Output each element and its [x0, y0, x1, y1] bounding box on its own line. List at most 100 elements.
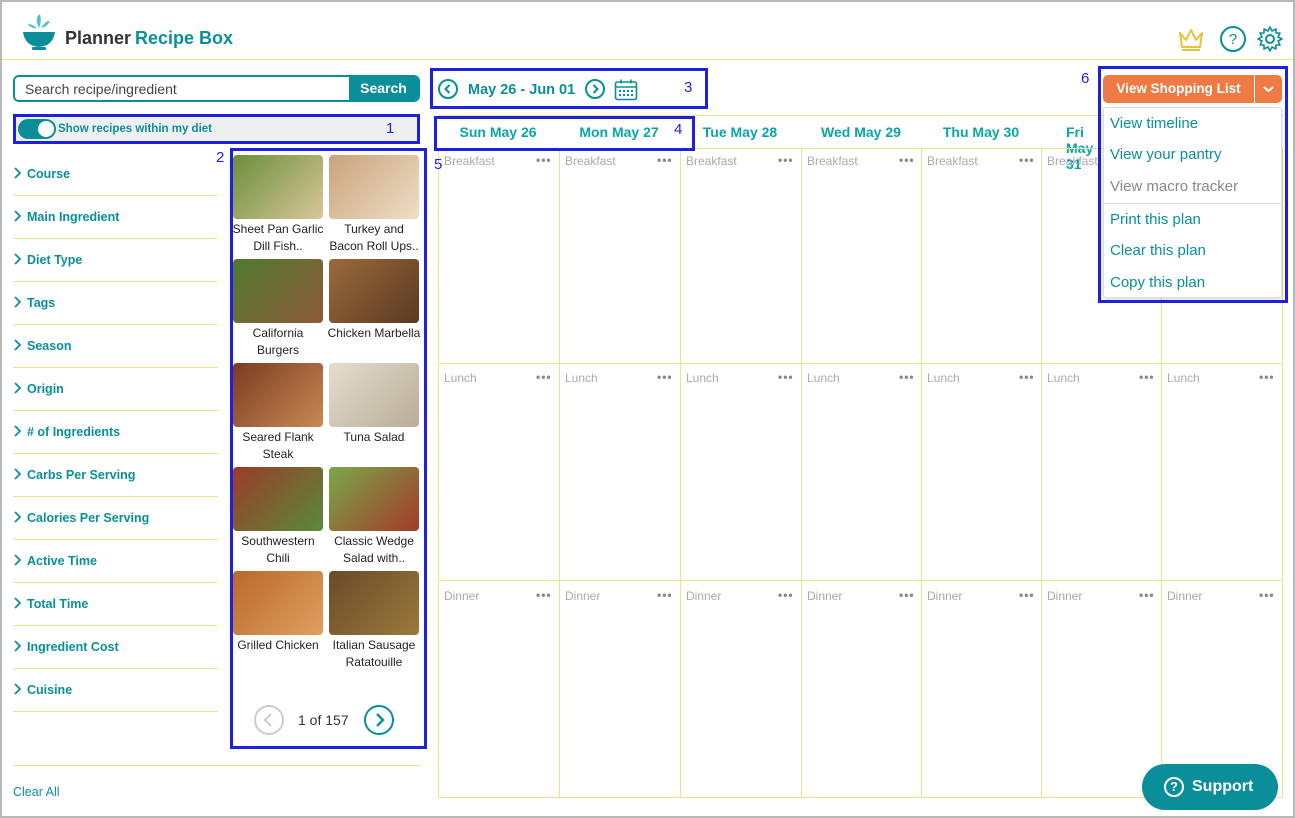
day-header[interactable]: Tue May 28	[680, 124, 800, 140]
annotation-box-2	[230, 148, 427, 749]
chevron-right-icon	[14, 683, 22, 695]
slot-options-icon[interactable]: •••	[536, 370, 552, 384]
filter-main-ingredient[interactable]: Main Ingredient	[13, 196, 218, 239]
slot-options-icon[interactable]: •••	[1139, 588, 1155, 602]
meal-slot-label[interactable]: Lunch	[927, 371, 960, 385]
chevron-right-icon	[14, 339, 22, 351]
filter-ingredient-cost[interactable]: Ingredient Cost	[13, 626, 218, 669]
meal-slot-label[interactable]: Breakfast	[565, 154, 616, 168]
filter-calories-per-serving[interactable]: Calories Per Serving	[13, 497, 218, 540]
meal-slot-label[interactable]: Breakfast	[927, 154, 978, 168]
nav-recipe-box[interactable]: Recipe Box	[135, 28, 233, 49]
help-icon[interactable]: ?	[1219, 25, 1247, 53]
filter-label: Ingredient Cost	[27, 640, 119, 654]
filter-active-time[interactable]: Active Time	[13, 540, 218, 583]
filter-label: Season	[27, 339, 72, 353]
filter-label: Carbs Per Serving	[27, 468, 136, 482]
divider	[13, 765, 420, 766]
slot-options-icon[interactable]: •••	[536, 588, 552, 602]
meal-slot-label[interactable]: Lunch	[444, 371, 477, 385]
slot-options-icon[interactable]: •••	[1259, 370, 1275, 384]
meal-slot-label[interactable]: Lunch	[807, 371, 840, 385]
filter-carbs-per-serving[interactable]: Carbs Per Serving	[13, 454, 218, 497]
slot-options-icon[interactable]: •••	[657, 588, 673, 602]
grid-column-line	[438, 148, 439, 798]
day-header[interactable]: Thu May 30	[921, 124, 1041, 140]
chevron-right-icon	[14, 425, 22, 437]
bowl-logo-icon[interactable]	[20, 12, 58, 52]
meal-slot-label[interactable]: Dinner	[444, 589, 479, 603]
meal-slot-label[interactable]: Dinner	[686, 589, 721, 603]
meal-slot-label[interactable]: Dinner	[1047, 589, 1082, 603]
meal-slot-label[interactable]: Lunch	[686, 371, 719, 385]
meal-slot-label[interactable]: Dinner	[565, 589, 600, 603]
annotation-label-6: 6	[1081, 70, 1090, 87]
filter-origin[interactable]: Origin	[13, 368, 218, 411]
filter-cuisine[interactable]: Cuisine	[13, 669, 218, 712]
slot-options-icon[interactable]: •••	[657, 153, 673, 167]
annotation-label-4: 4	[674, 121, 683, 138]
slot-options-icon[interactable]: •••	[899, 370, 915, 384]
grid-column-line	[559, 148, 560, 798]
slot-options-icon[interactable]: •••	[657, 370, 673, 384]
slot-options-icon[interactable]: •••	[1019, 370, 1035, 384]
filter-label: Tags	[27, 296, 56, 310]
search-button[interactable]: Search	[349, 77, 418, 100]
filter-label: Active Time	[27, 554, 97, 568]
meal-slot-label[interactable]: Lunch	[1047, 371, 1080, 385]
filter-tags[interactable]: Tags	[13, 282, 218, 325]
crown-icon[interactable]	[1177, 25, 1205, 53]
filter-total-time[interactable]: Total Time	[13, 583, 218, 626]
settings-icon[interactable]	[1256, 25, 1284, 53]
annotation-box-3	[430, 68, 708, 109]
grid-column-line	[921, 148, 922, 798]
meal-slot-label[interactable]: Breakfast	[807, 154, 858, 168]
slot-options-icon[interactable]: •••	[778, 370, 794, 384]
slot-options-icon[interactable]: •••	[899, 588, 915, 602]
grid-row-line	[438, 363, 1283, 364]
chevron-right-icon	[14, 167, 22, 179]
help-icon: ?	[1164, 777, 1184, 797]
nav-planner[interactable]: Planner	[65, 28, 131, 49]
meal-slot-label[interactable]: Dinner	[927, 589, 962, 603]
filter-course[interactable]: Course	[13, 153, 218, 196]
filter-label: # of Ingredients	[27, 425, 121, 439]
chevron-right-icon	[14, 597, 22, 609]
slot-options-icon[interactable]: •••	[778, 588, 794, 602]
meal-slot-label[interactable]: Dinner	[807, 589, 842, 603]
filter--of-ingredients[interactable]: # of Ingredients	[13, 411, 218, 454]
grid-column-line	[680, 148, 681, 798]
svg-text:?: ?	[1229, 31, 1237, 48]
meal-slot-label[interactable]: Lunch	[1167, 371, 1200, 385]
filter-label: Diet Type	[27, 253, 83, 267]
slot-options-icon[interactable]: •••	[1139, 370, 1155, 384]
meal-slot-label[interactable]: Breakfast	[1047, 154, 1098, 168]
filter-diet-type[interactable]: Diet Type	[13, 239, 218, 282]
support-button[interactable]: ? Support	[1142, 764, 1278, 810]
annotation-box-6	[1098, 66, 1288, 303]
annotation-label-2: 2	[216, 149, 225, 166]
filter-label: Cuisine	[27, 683, 73, 697]
chevron-right-icon	[14, 554, 22, 566]
slot-options-icon[interactable]: •••	[1019, 588, 1035, 602]
clear-all-link[interactable]: Clear All	[13, 785, 60, 799]
filter-season[interactable]: Season	[13, 325, 218, 368]
chevron-right-icon	[14, 296, 22, 308]
support-label: Support	[1192, 778, 1254, 795]
slot-options-icon[interactable]: •••	[536, 153, 552, 167]
chevron-right-icon	[14, 253, 22, 265]
annotation-label-5: 5	[434, 156, 443, 173]
slot-options-icon[interactable]: •••	[899, 153, 915, 167]
slot-options-icon[interactable]: •••	[1019, 153, 1035, 167]
slot-options-icon[interactable]: •••	[778, 153, 794, 167]
search-input[interactable]	[15, 77, 349, 100]
meal-slot-label[interactable]: Lunch	[565, 371, 598, 385]
meal-slot-label[interactable]: Breakfast	[686, 154, 737, 168]
filter-label: Main Ingredient	[27, 210, 120, 224]
day-header[interactable]: Wed May 29	[801, 124, 921, 140]
annotation-label-3: 3	[684, 79, 693, 96]
chevron-right-icon	[14, 468, 22, 480]
slot-options-icon[interactable]: •••	[1259, 588, 1275, 602]
meal-slot-label[interactable]: Breakfast	[444, 154, 495, 168]
meal-slot-label[interactable]: Dinner	[1167, 589, 1202, 603]
